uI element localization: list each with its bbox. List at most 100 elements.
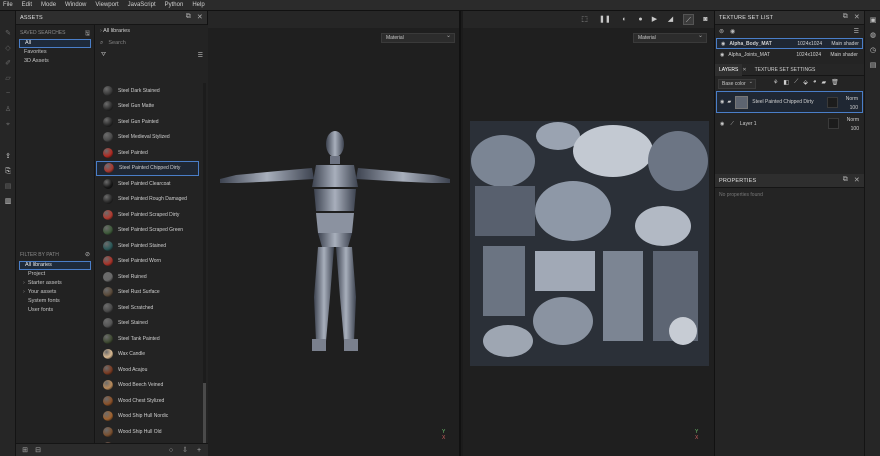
asset-list-item[interactable]: Steel Stained: [96, 316, 204, 332]
asset-list-item[interactable]: Wood Chest Stylized: [96, 393, 204, 409]
menu-mode[interactable]: Mode: [41, 2, 56, 8]
asset-list-item[interactable]: Steel Painted Scraped Green: [96, 223, 204, 239]
layer-opacity[interactable]: 100: [847, 125, 859, 134]
smudge-icon[interactable]: ~: [4, 90, 12, 98]
undock-icon[interactable]: ⧉: [843, 13, 848, 21]
layer-row[interactable]: ◉ ⟋ Layer 1 Norm 100: [716, 113, 863, 135]
path-system-fonts[interactable]: System fonts: [19, 297, 91, 306]
picker-icon[interactable]: ⌖: [4, 121, 12, 129]
layer-blend[interactable]: Norm 100: [846, 95, 858, 113]
add-effect-icon[interactable]: ⚘: [773, 79, 778, 86]
menu-python[interactable]: Python: [165, 2, 184, 8]
asset-list-item[interactable]: Steel Painted Scraped Dirty: [96, 207, 204, 223]
asset-list-item[interactable]: Steel Gun Painted: [96, 114, 204, 130]
asset-list-item[interactable]: Wood Acajou: [96, 362, 204, 378]
close-icon[interactable]: ✕: [854, 13, 860, 21]
breadcrumb[interactable]: All libraries: [96, 25, 208, 37]
asset-list-item[interactable]: Steel Gun Matte: [96, 99, 204, 115]
eye-icon[interactable]: ◉: [720, 99, 724, 105]
saved-search-3d-assets[interactable]: 3D Assets: [19, 57, 91, 66]
projection-icon[interactable]: ✐: [4, 60, 12, 68]
tab-texture-set-settings[interactable]: TEXTURE SET SETTINGS: [751, 64, 820, 76]
close-tab-icon[interactable]: ✕: [742, 67, 746, 73]
eye-icon[interactable]: ◉: [720, 121, 724, 127]
delete-icon[interactable]: 🗑: [831, 79, 839, 86]
asset-list-item[interactable]: Steel Medieval Stylized: [96, 130, 204, 146]
menu-edit[interactable]: Edit: [22, 2, 32, 8]
menu-viewport[interactable]: Viewport: [95, 2, 118, 8]
asset-list-item[interactable]: Wood Beech Veined: [96, 378, 204, 394]
log-icon[interactable]: ▤: [868, 61, 878, 71]
blend-mode[interactable]: Norm: [846, 95, 858, 104]
add-folder-icon[interactable]: ▰: [822, 79, 827, 86]
layer-blend[interactable]: Norm 100: [847, 116, 859, 134]
add-mask-icon[interactable]: ◧: [783, 79, 789, 86]
asset-list-scrollbar[interactable]: [203, 83, 206, 456]
grid-view-icon[interactable]: ⊞: [20, 446, 30, 455]
display-settings-icon[interactable]: ◍: [868, 31, 878, 41]
undock-icon[interactable]: ⧉: [843, 176, 848, 184]
menu-help[interactable]: Help: [192, 2, 204, 8]
tab-layers[interactable]: LAYERS: [715, 63, 743, 76]
asset-list-item[interactable]: Steel Painted Stained: [96, 238, 204, 254]
texture-set-icon[interactable]: ▣: [868, 16, 878, 26]
asset-list-item[interactable]: Steel Painted Rough Damaged: [96, 192, 204, 208]
sphere-preview-icon[interactable]: ○: [166, 446, 176, 455]
close-icon[interactable]: ✕: [197, 13, 203, 21]
viewport-2d[interactable]: ⬚ ❚❚ ◐ ● ▶ ◢ ⟋ ◙ Material Y X: [463, 11, 714, 456]
layer-mask-slot[interactable]: [827, 97, 838, 108]
saved-search-favorites[interactable]: Favorites: [19, 48, 91, 57]
asset-list-item[interactable]: Steel Rust Surface: [96, 285, 204, 301]
link-icon[interactable]: ⊚: [719, 28, 724, 35]
layers-panel-icon[interactable]: ⎘: [4, 168, 12, 176]
eraser-icon[interactable]: ◇: [4, 45, 12, 53]
shelf-icon[interactable]: ▤: [4, 183, 12, 191]
menu-javascript[interactable]: JavaScript: [128, 2, 156, 8]
asset-list-item[interactable]: Wax Candle: [96, 347, 204, 363]
saved-search-all[interactable]: All: [19, 39, 91, 48]
visibility-icon[interactable]: ◉: [730, 28, 735, 35]
detail-view-icon[interactable]: ⊟: [33, 446, 43, 455]
add-icon[interactable]: +: [194, 446, 204, 455]
asset-list-item[interactable]: Steel Painted Chipped Dirty: [96, 160, 199, 176]
viewport-3d[interactable]: Material Y X: [208, 11, 461, 456]
undock-icon[interactable]: ⧉: [186, 13, 191, 21]
geometry-fill-icon[interactable]: ▱: [4, 75, 12, 83]
asset-list-item[interactable]: Steel Dark Stained: [96, 83, 204, 99]
texture-set-shader[interactable]: Main shader: [830, 52, 858, 58]
eye-icon[interactable]: ◉: [720, 52, 724, 58]
eye-icon[interactable]: ◉: [721, 41, 725, 47]
close-icon[interactable]: ✕: [854, 176, 860, 184]
asset-list-item[interactable]: Steel Scratched: [96, 300, 204, 316]
add-fill-layer-icon[interactable]: ⬙: [803, 79, 808, 86]
save-search-icon[interactable]: 🖫: [85, 29, 90, 39]
history-icon[interactable]: ◷: [868, 46, 878, 56]
layer-mask-slot[interactable]: [828, 118, 839, 129]
add-smart-material-icon[interactable]: ◕: [813, 79, 817, 86]
list-view-icon[interactable]: ☰: [198, 52, 203, 59]
texture-set-shader[interactable]: Main shader: [831, 41, 859, 47]
texture-set-row[interactable]: ◉ Alpha_Body_MAT 1024x1024 Main shader: [716, 38, 863, 49]
asset-list-item[interactable]: Wood Ship Hull Old: [96, 424, 204, 440]
add-paint-layer-icon[interactable]: ⟋: [794, 79, 798, 86]
paint-brush-icon[interactable]: ✎: [4, 30, 12, 38]
asset-list-item[interactable]: Steel Tank Painted: [96, 331, 204, 347]
path-all-libraries[interactable]: All libraries: [19, 261, 91, 270]
filter-off-icon[interactable]: ⊘: [85, 251, 90, 258]
path-your-assets[interactable]: Your assets: [19, 288, 91, 297]
channel-select[interactable]: Base color ⌄: [718, 78, 756, 89]
path-project[interactable]: Project: [19, 270, 91, 279]
filter-icon[interactable]: ⛛: [101, 52, 106, 59]
layer-opacity[interactable]: 100: [846, 104, 858, 113]
clone-icon[interactable]: ♙: [4, 106, 12, 114]
asset-list-item[interactable]: Steel Ruined: [96, 269, 204, 285]
search-input[interactable]: ⌕ Search: [100, 38, 204, 48]
texture-set-menu-icon[interactable]: ☰: [854, 28, 859, 35]
asset-list-item[interactable]: Wood Ship Hull Nordic: [96, 409, 204, 425]
path-starter-assets[interactable]: Starter assets: [19, 279, 91, 288]
asset-list-item[interactable]: Steel Painted Clearcoat: [96, 176, 204, 192]
blend-mode[interactable]: Norm: [847, 116, 859, 125]
menu-file[interactable]: File: [3, 2, 13, 8]
assets-panel-icon[interactable]: ⇪: [4, 153, 12, 161]
menu-window[interactable]: Window: [65, 2, 86, 8]
